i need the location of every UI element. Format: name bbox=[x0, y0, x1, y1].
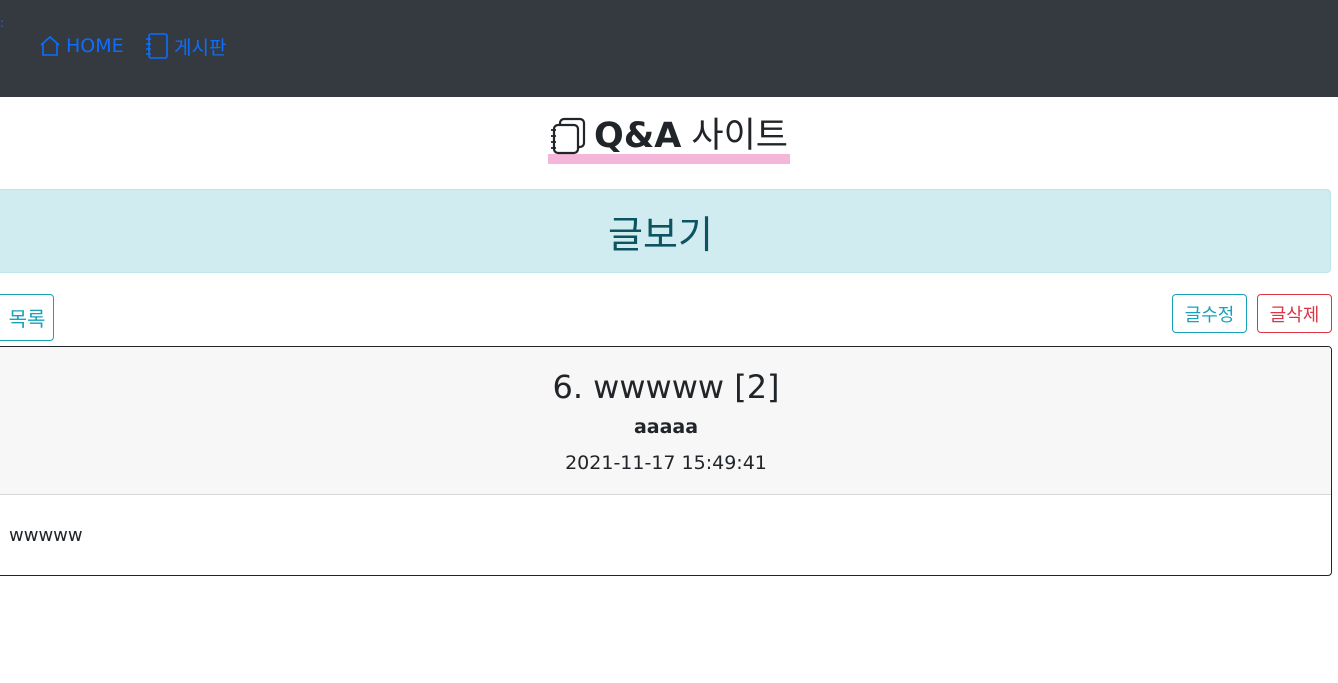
navbar-toggle-edge[interactable]: : bbox=[0, 16, 4, 30]
post-title: 6. wwwww [2] bbox=[552, 368, 780, 406]
list-button[interactable]: 목록 bbox=[0, 294, 54, 341]
nav-board-link[interactable]: 게시판 bbox=[144, 32, 226, 60]
nav-board-label: 게시판 bbox=[174, 36, 227, 59]
top-navbar: : HOME 게시판 bbox=[0, 0, 1338, 97]
post-card: 6. wwwww [2] aaaaa 2021-11-17 15:49:41 w… bbox=[0, 346, 1332, 576]
house-icon bbox=[40, 35, 60, 56]
page-header-banner: 글보기 bbox=[0, 189, 1331, 273]
nav-home-link[interactable]: HOME bbox=[38, 32, 124, 60]
notebook-icon bbox=[551, 117, 586, 155]
site-title-rest: 사이트 bbox=[691, 116, 788, 156]
post-date: 2021-11-17 15:49:41 bbox=[565, 452, 767, 474]
post-header: 6. wwwww [2] aaaaa 2021-11-17 15:49:41 bbox=[0, 347, 1331, 495]
post-author: aaaaa bbox=[633, 416, 699, 438]
site-title: Q&A 사이트 bbox=[0, 112, 1338, 168]
delete-post-button[interactable]: 글삭제 bbox=[1257, 294, 1332, 333]
page-header-title: 글보기 bbox=[608, 212, 713, 257]
journal-icon bbox=[146, 33, 168, 59]
nav-home-label: HOME bbox=[66, 35, 124, 57]
site-title-bold: Q&A bbox=[594, 116, 682, 156]
edit-post-button[interactable]: 글수정 bbox=[1172, 294, 1247, 333]
post-body: wwwww bbox=[0, 495, 1331, 546]
post-content: wwwww bbox=[9, 525, 83, 546]
